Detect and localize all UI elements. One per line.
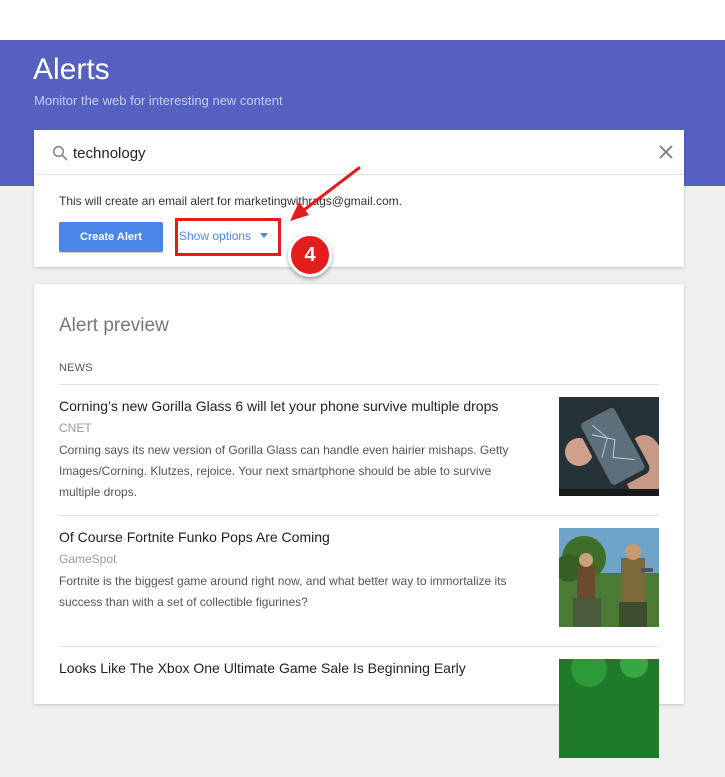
page-title: Alerts: [33, 53, 110, 86]
news-thumbnail-game[interactable]: [559, 528, 659, 627]
close-icon[interactable]: [658, 144, 674, 160]
news-title[interactable]: Of Course Fortnite Funko Pops Are Coming: [59, 529, 539, 545]
news-item[interactable]: Looks Like The Xbox One Ultimate Game Sa…: [59, 646, 659, 777]
news-section-label: NEWS: [59, 362, 93, 374]
alert-preview-card: Alert preview NEWS Corning’s new Gorilla…: [34, 284, 684, 758]
news-item[interactable]: Corning’s new Gorilla Glass 6 will let y…: [59, 384, 659, 515]
news-description: Fortnite is the biggest game around righ…: [59, 574, 507, 609]
news-title[interactable]: Corning’s new Gorilla Glass 6 will let y…: [59, 398, 539, 414]
news-thumbnail-phone[interactable]: [559, 397, 659, 496]
news-item[interactable]: Of Course Fortnite Funko Pops Are Coming…: [59, 515, 659, 646]
top-blank-area: [0, 0, 725, 40]
search-input[interactable]: [73, 141, 633, 165]
news-source: CNET: [59, 421, 92, 435]
news-title[interactable]: Looks Like The Xbox One Ultimate Game Sa…: [59, 660, 539, 676]
step-number-badge: 4: [288, 233, 332, 277]
create-alert-button[interactable]: Create Alert: [59, 222, 163, 252]
alert-email-info: This will create an email alert for mark…: [59, 194, 402, 208]
news-list: Corning’s new Gorilla Glass 6 will let y…: [59, 384, 659, 777]
search-box[interactable]: [34, 130, 684, 175]
show-options-highlight: [175, 218, 281, 256]
news-source: GameSpot: [59, 552, 117, 566]
news-thumbnail-xbox[interactable]: [559, 659, 659, 758]
news-description: Corning says its new version of Gorilla …: [59, 443, 509, 499]
alert-preview-title: Alert preview: [59, 315, 169, 336]
page-subtitle: Monitor the web for interesting new cont…: [34, 93, 283, 108]
create-alert-card: This will create an email alert for mark…: [34, 130, 684, 267]
search-icon: [52, 145, 68, 161]
